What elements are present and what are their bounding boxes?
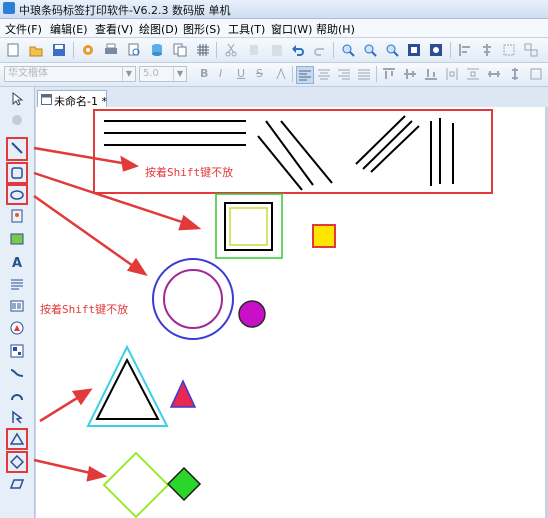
diagonal-line bbox=[355, 115, 406, 165]
shift-hint-top: 按着Shift键不放 bbox=[145, 166, 234, 179]
annotation-arrow bbox=[33, 146, 140, 172]
diagonal-line bbox=[257, 135, 303, 191]
diamond-outer bbox=[102, 451, 170, 518]
small-circle bbox=[238, 300, 266, 328]
small-square bbox=[312, 224, 336, 248]
small-diamond bbox=[166, 466, 202, 502]
lines-highlight-frame bbox=[93, 109, 493, 194]
annotation-arrow bbox=[33, 194, 148, 276]
annotation-arrow bbox=[39, 388, 93, 423]
canvas-drawing bbox=[33, 109, 493, 518]
shift-hint-left: 按着Shift键不放 bbox=[40, 303, 129, 316]
rectangle-inner bbox=[229, 207, 268, 246]
diagonal-line bbox=[362, 120, 413, 170]
annotation-arrow bbox=[33, 171, 202, 231]
rectangle-middle bbox=[224, 202, 273, 251]
diagonal-line bbox=[370, 125, 420, 173]
small-triangle bbox=[169, 379, 197, 408]
annotation-arrow bbox=[33, 458, 108, 482]
circle-inner bbox=[163, 269, 223, 329]
